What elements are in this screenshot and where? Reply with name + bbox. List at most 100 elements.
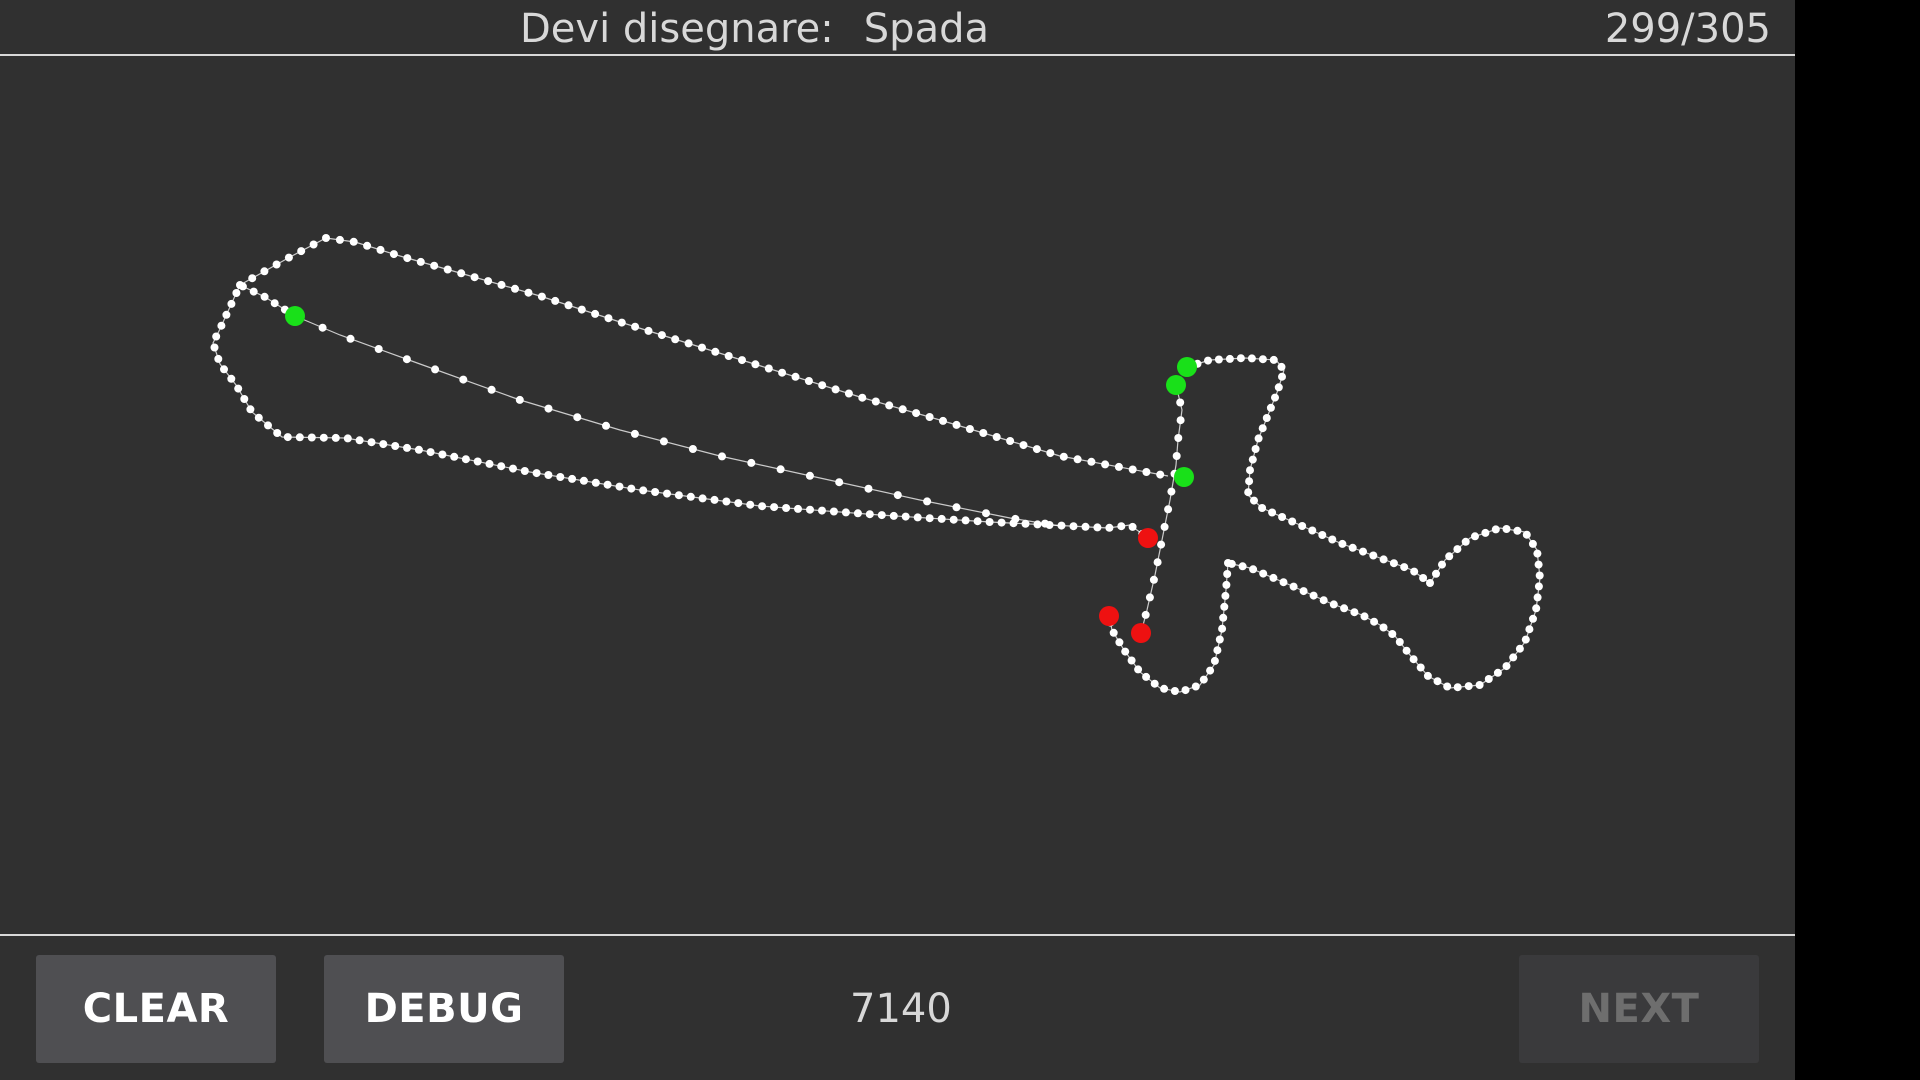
stroke-point	[1160, 684, 1169, 693]
stroke-point	[295, 433, 304, 442]
stroke-line	[1186, 357, 1431, 584]
stroke-point	[391, 442, 400, 450]
stroke-point	[764, 364, 773, 373]
stroke-point	[284, 253, 293, 262]
stroke-point	[871, 397, 880, 406]
header-bar: Devi disegnare: Spada 299/305	[0, 0, 1795, 56]
stroke-point	[1319, 596, 1328, 605]
stroke-point	[260, 292, 269, 301]
stroke-point	[992, 433, 1001, 441]
stroke-point	[997, 518, 1006, 527]
stroke-point	[889, 511, 898, 520]
stroke-point	[1174, 434, 1183, 442]
stroke-line	[1227, 527, 1541, 689]
stroke-point	[1433, 677, 1442, 686]
stroke-point	[431, 365, 440, 374]
stroke-point	[617, 318, 626, 327]
stroke-point	[1167, 487, 1176, 496]
stroke-point	[688, 445, 697, 453]
stroke-point	[403, 443, 411, 452]
stroke-point	[982, 509, 990, 518]
stroke-point	[459, 375, 468, 384]
stroke-point	[1176, 398, 1185, 407]
drawing-canvas[interactable]	[0, 57, 1795, 935]
stroke-point	[1223, 570, 1232, 578]
stroke-point	[1269, 355, 1278, 364]
stroke-point	[1481, 528, 1490, 537]
sketch-svg	[210, 234, 1544, 695]
stroke-point	[1204, 356, 1212, 365]
stroke-point	[1521, 635, 1530, 644]
stroke-point	[379, 440, 388, 449]
stroke-point	[232, 289, 241, 297]
stroke-point	[1153, 558, 1162, 567]
stroke-point	[631, 322, 640, 331]
stroke-point	[1221, 591, 1230, 600]
stroke-point	[1246, 466, 1254, 475]
stroke-point	[791, 372, 800, 381]
next-button-disabled[interactable]: NEXT	[1519, 955, 1759, 1063]
stroke-point	[214, 354, 223, 363]
prompt-label: Devi disegnare:	[520, 6, 834, 52]
stroke-point	[210, 343, 219, 352]
stroke-point	[416, 257, 425, 266]
stroke-point	[1328, 535, 1337, 544]
stroke-point	[885, 401, 894, 410]
stroke-point	[577, 305, 586, 314]
stroke-point	[1453, 683, 1462, 692]
stroke-point	[1502, 662, 1511, 671]
stroke-point	[331, 433, 340, 442]
debug-button[interactable]: DEBUG	[324, 955, 564, 1063]
stroke-point	[1438, 560, 1446, 569]
stroke-point	[473, 457, 482, 466]
stroke-point	[1150, 679, 1159, 688]
stroke-point	[1219, 613, 1228, 622]
clear-button[interactable]: CLEAR	[36, 955, 276, 1063]
stroke-point	[663, 489, 671, 498]
stroke-point	[260, 267, 269, 276]
stroke-point	[805, 471, 814, 480]
stroke-point	[544, 471, 553, 479]
stroke-point	[1534, 560, 1543, 569]
stroke-point	[853, 509, 862, 518]
stroke-point	[222, 310, 231, 319]
stroke-point	[1134, 665, 1143, 674]
progress-counter: 299/305	[1604, 6, 1771, 52]
stroke-point	[1525, 625, 1534, 634]
stroke-point	[1515, 644, 1524, 653]
stroke-point	[1164, 505, 1173, 514]
stroke-point	[829, 507, 838, 516]
stroke-point	[747, 458, 756, 467]
stroke-point	[1522, 530, 1531, 539]
target-word: Spada	[863, 6, 989, 52]
stroke-point	[1117, 522, 1126, 531]
stroke-point	[1532, 604, 1541, 613]
stroke-point	[724, 352, 733, 360]
stroke-point	[430, 261, 439, 270]
stroke-point	[651, 488, 660, 496]
stroke-point	[1176, 416, 1185, 425]
stroke-point	[1279, 578, 1288, 587]
stroke-point	[841, 508, 850, 517]
stroke-point	[1426, 579, 1434, 587]
stroke-point	[537, 292, 546, 301]
stroke-point	[443, 265, 452, 274]
stroke-point	[698, 494, 707, 503]
stroke-point	[1443, 682, 1452, 691]
stroke-point	[1258, 424, 1267, 433]
stroke-point	[1244, 488, 1253, 497]
stroke-point	[835, 478, 844, 487]
stroke-point	[573, 413, 582, 422]
stroke-point	[461, 455, 470, 464]
stroke-point	[818, 381, 827, 390]
stroke-point	[1145, 593, 1154, 602]
app-window: Devi disegnare: Spada 299/305 CLEAR DEBUG…	[0, 0, 1795, 1080]
stroke-point	[389, 250, 398, 259]
stroke-point	[272, 260, 281, 269]
stroke-point	[1464, 682, 1473, 691]
stroke-point	[1114, 462, 1123, 471]
stroke-point	[551, 296, 560, 305]
stroke-point	[604, 314, 613, 323]
stroke-point	[1087, 457, 1096, 466]
stroke-point	[1379, 623, 1388, 632]
